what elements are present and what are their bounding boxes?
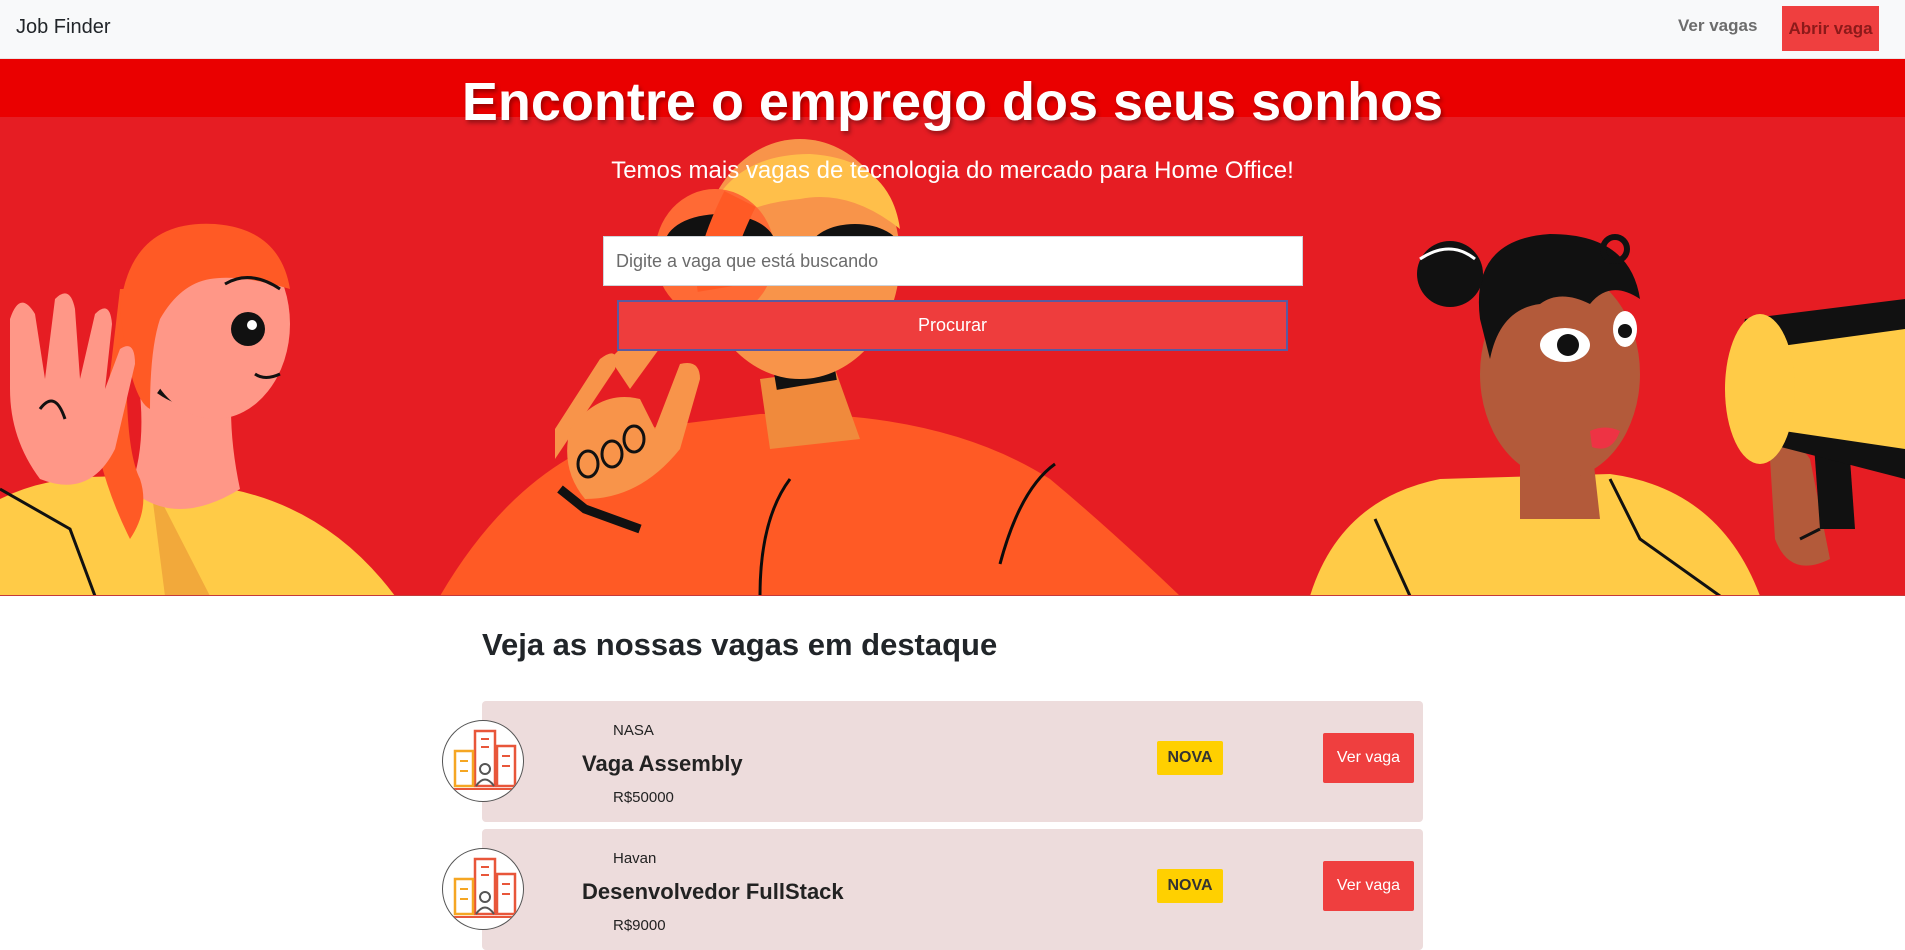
nav-link-ver-vagas[interactable]: Ver vagas (1678, 16, 1757, 36)
hero-title: Encontre o emprego dos seus sonhos (461, 72, 1444, 132)
job-card: Havan Desenvolvedor FullStack R$9000 NOV… (442, 829, 1423, 950)
woman-megaphone-illustration (1310, 234, 1905, 595)
hero-subtitle: Temos mais vagas de tecnologia do mercad… (611, 157, 1294, 184)
new-badge: NOVA (1157, 741, 1223, 775)
woman-waving-illustration (0, 223, 395, 595)
job-title: Vaga Assembly (582, 751, 743, 776)
brand-logo[interactable]: Job Finder (16, 16, 111, 39)
search-button[interactable]: Procurar (617, 300, 1288, 351)
man-pointing-illustration (440, 139, 1179, 595)
job-salary: R$9000 (613, 917, 666, 934)
job-title: Desenvolvedor FullStack (582, 879, 844, 904)
ver-vaga-button[interactable]: Ver vaga (1323, 861, 1414, 911)
navbar: Job Finder Ver vagas Abrir vaga (0, 0, 1905, 59)
search-input[interactable] (603, 236, 1303, 286)
company-building-icon (442, 848, 524, 930)
ver-vaga-button[interactable]: Ver vaga (1323, 733, 1414, 783)
job-company: Havan (613, 850, 657, 867)
abrir-vaga-button[interactable]: Abrir vaga (1782, 6, 1879, 51)
job-salary: R$50000 (613, 789, 674, 806)
hero-section: Encontre o emprego dos seus sonhos Temos… (0, 59, 1905, 596)
company-building-icon (442, 720, 524, 802)
job-card: NASA Vaga Assembly R$50000 NOVA Ver vaga (442, 701, 1423, 822)
featured-section-title: Veja as nossas vagas em destaque (482, 627, 998, 662)
new-badge: NOVA (1157, 869, 1223, 903)
job-company: NASA (613, 722, 654, 739)
